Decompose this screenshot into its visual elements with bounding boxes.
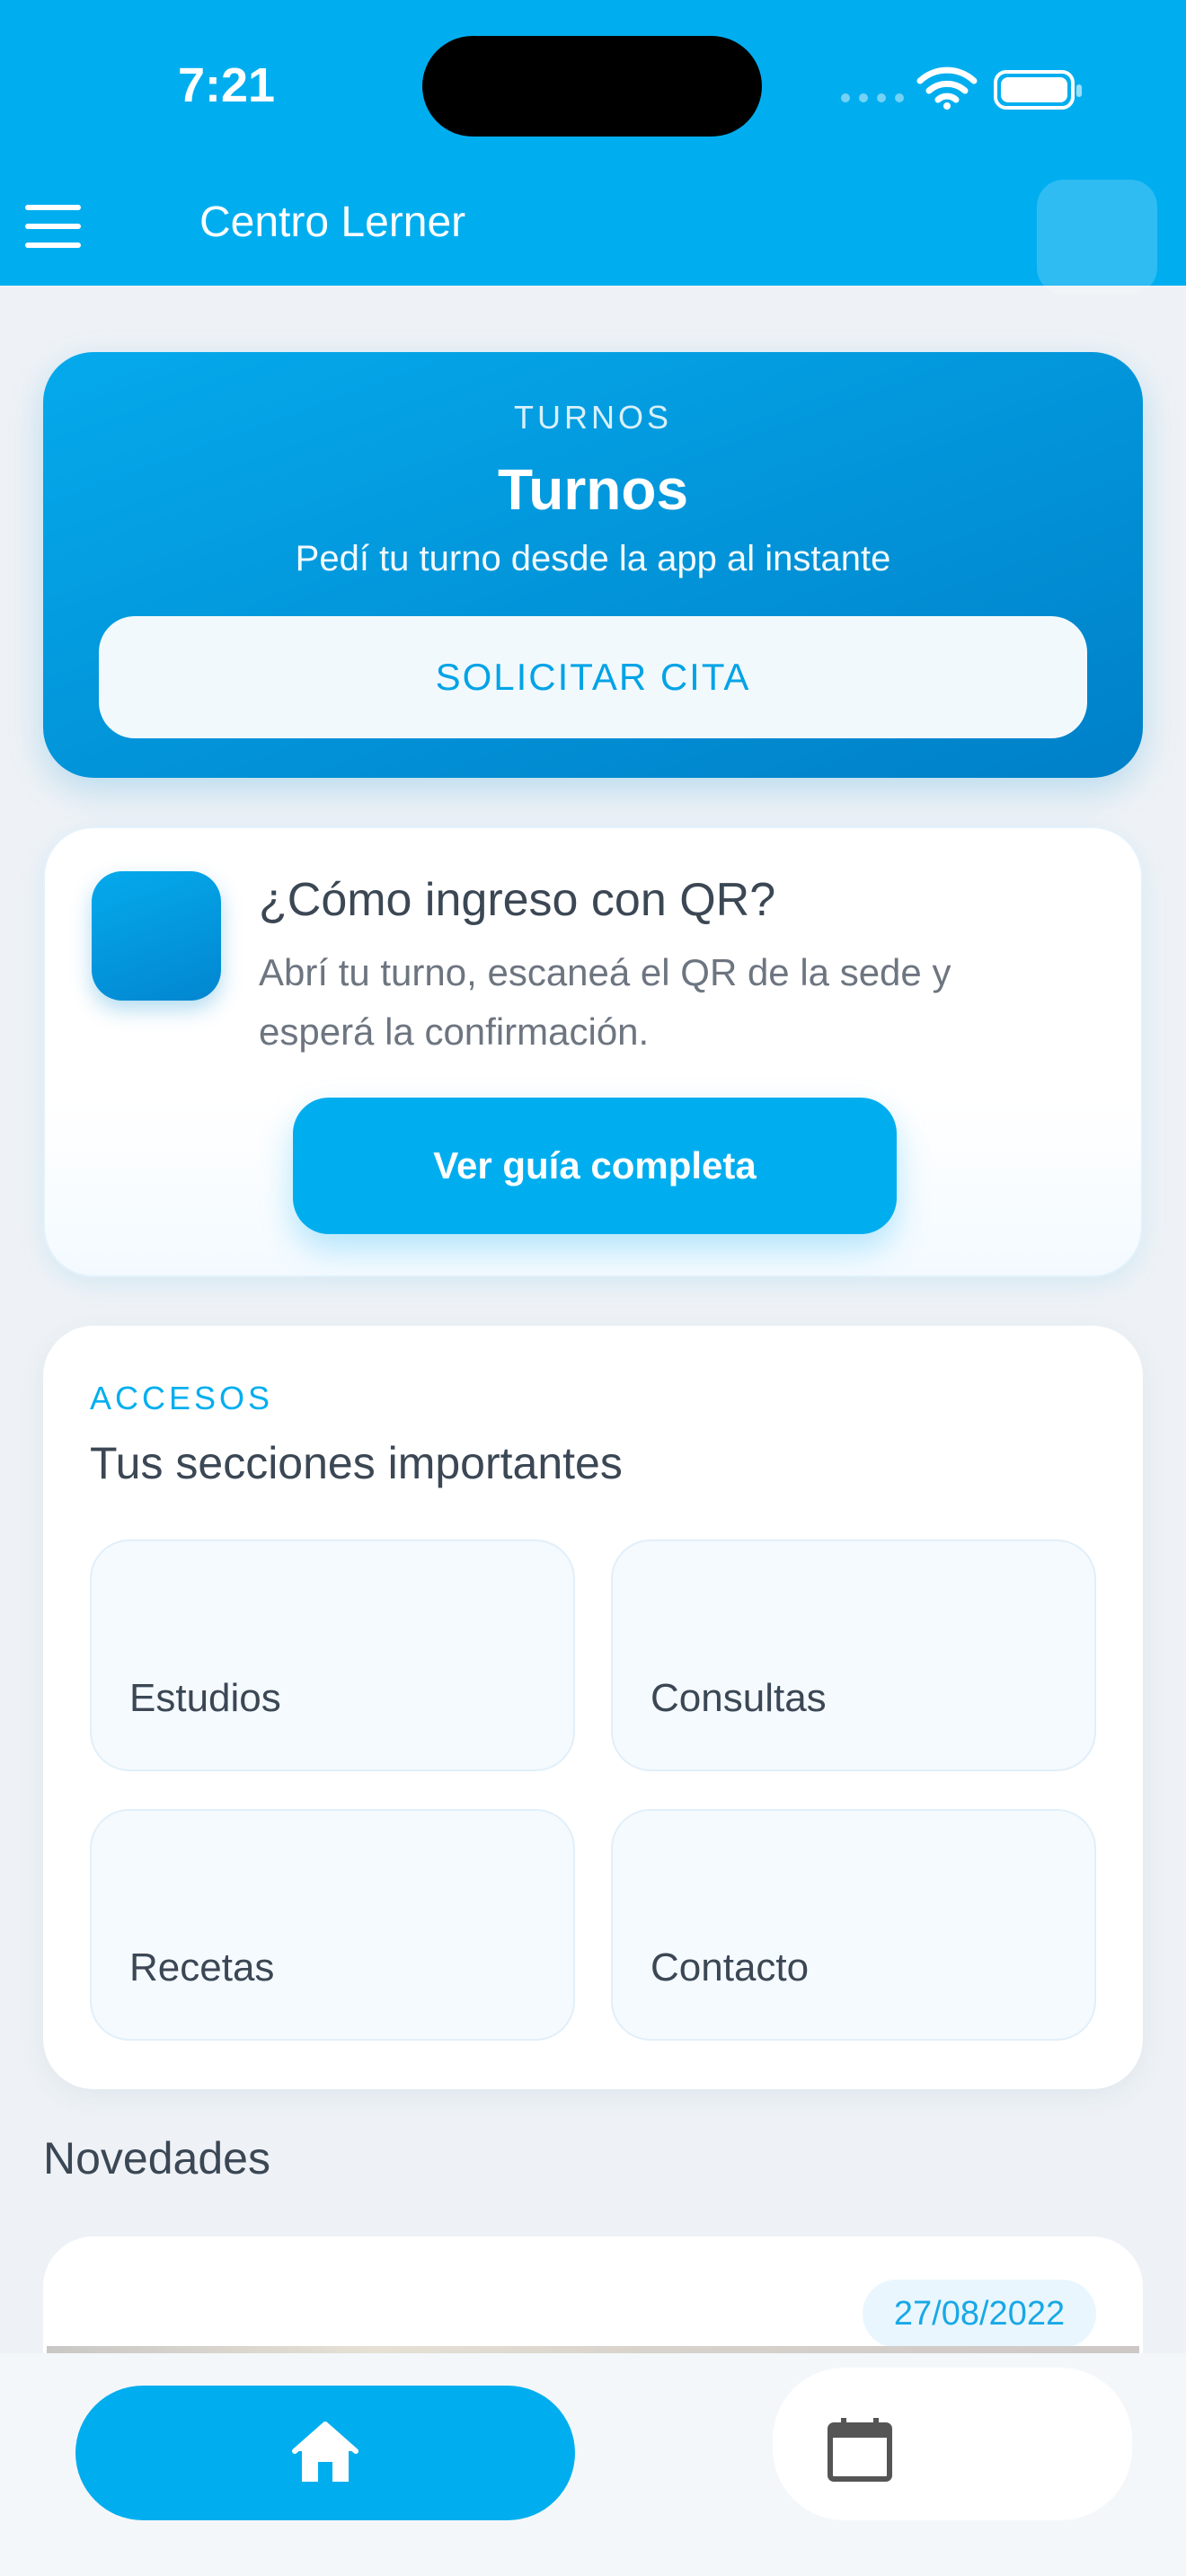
tile-label: Estudios: [129, 1676, 281, 1720]
nav-home-button[interactable]: [75, 2386, 575, 2520]
news-date-badge: 27/08/2022: [863, 2280, 1096, 2348]
app-header: 7:21 Centro Lerner: [0, 0, 1186, 295]
solicitar-cita-button[interactable]: SOLICITAR CITA: [99, 616, 1087, 738]
app-title: Centro Lerner: [199, 198, 466, 246]
dynamic-island: [422, 36, 762, 137]
turnos-card: TURNOS Turnos Pedí tu turno desde la app…: [43, 352, 1143, 778]
header-action-button[interactable]: [1037, 180, 1157, 295]
ver-guia-button[interactable]: Ver guía completa: [293, 1098, 897, 1234]
battery-icon: [994, 70, 1082, 110]
tile-label: Contacto: [651, 1945, 810, 1989]
wifi-icon: [916, 66, 978, 110]
accesos-title: Tus secciones importantes: [90, 1438, 623, 1488]
tile-label: Recetas: [129, 1945, 275, 1989]
turnos-kicker: TURNOS: [514, 399, 672, 436]
tile-consultas[interactable]: Consultas: [611, 1539, 1096, 1771]
turnos-title: Turnos: [497, 457, 689, 522]
tile-recetas[interactable]: Recetas: [90, 1809, 575, 2041]
novedades-title: Novedades: [43, 2133, 270, 2183]
calendar-icon[interactable]: [827, 2416, 893, 2483]
status-time: 7:21: [178, 58, 276, 112]
qr-icon: [92, 871, 221, 1001]
accesos-card: ACCESOS Tus secciones importantes Estudi…: [43, 1326, 1143, 2089]
menu-icon[interactable]: [25, 205, 81, 248]
qr-guide-card: ¿Cómo ingreso con QR? Abrí tu turno, esc…: [43, 826, 1143, 1277]
qr-title: ¿Cómo ingreso con QR?: [259, 874, 776, 926]
tile-contacto[interactable]: Contacto: [611, 1809, 1096, 2041]
accesos-kicker: ACCESOS: [90, 1380, 274, 1416]
turnos-subtitle: Pedí tu turno desde la app al instante: [295, 539, 891, 578]
signal-icon: [841, 93, 904, 102]
qr-description: Abrí tu turno, escaneá el QR de la sede …: [259, 951, 951, 1053]
tile-estudios[interactable]: Estudios: [90, 1539, 575, 1771]
home-icon: [292, 2422, 358, 2482]
tile-label: Consultas: [651, 1676, 827, 1720]
